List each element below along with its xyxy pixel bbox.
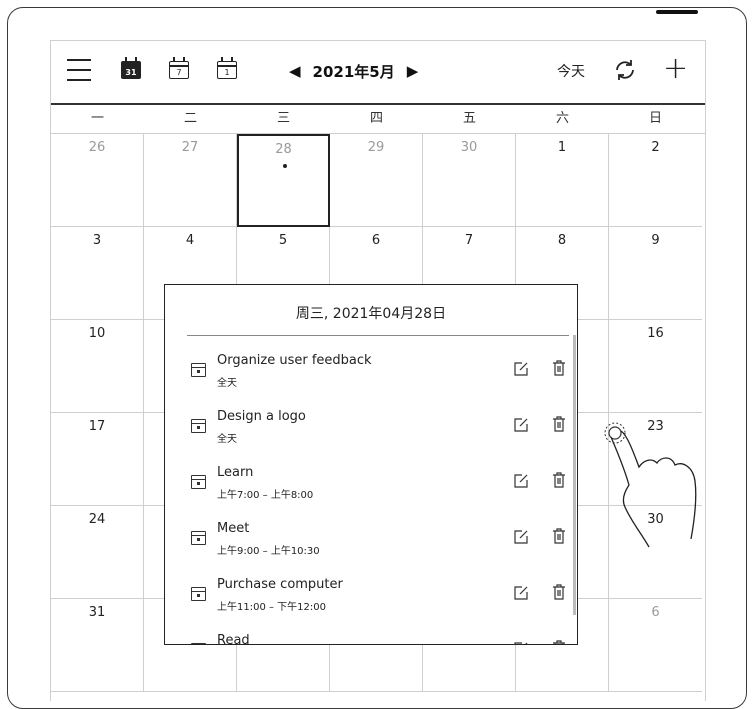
edit-icon[interactable] xyxy=(513,417,529,433)
event-time: 上午9:00 – 上午10:30 xyxy=(217,546,320,557)
day-number: 3 xyxy=(92,233,102,248)
trash-icon[interactable] xyxy=(552,639,566,645)
device-power-button xyxy=(656,10,698,14)
event-time: 全天 xyxy=(217,378,237,389)
day-number: 4 xyxy=(185,233,195,248)
day-cell[interactable]: 6 xyxy=(609,599,702,692)
event-title: Meet xyxy=(217,521,250,536)
day-cell[interactable]: 3 xyxy=(51,227,144,320)
trash-icon[interactable] xyxy=(552,471,566,489)
day-cell[interactable]: 9 xyxy=(609,227,702,320)
day-cell[interactable]: 16 xyxy=(609,320,702,413)
weekday-fri: 五 xyxy=(462,111,476,126)
weekday-sat: 六 xyxy=(555,111,569,126)
month-label: 2021年5月 xyxy=(312,62,395,81)
event-item[interactable]: Purchase computer 上午11:00 – 下午12:00 xyxy=(189,571,567,627)
event-title: Read xyxy=(217,633,250,645)
day-number: 17 xyxy=(88,419,106,434)
edit-icon[interactable] xyxy=(513,529,529,545)
day-cell[interactable]: 28 xyxy=(237,134,330,227)
event-item[interactable]: Learn 上午7:00 – 上午8:00 xyxy=(189,459,567,515)
day-number: 6 xyxy=(651,605,660,620)
sync-icon[interactable] xyxy=(611,56,639,84)
day-number: 27 xyxy=(181,140,199,155)
day-number: 29 xyxy=(367,140,385,155)
event-item[interactable]: Organize user feedback 全天 xyxy=(189,347,567,403)
edit-icon[interactable] xyxy=(513,361,529,377)
day-number: 1 xyxy=(557,140,567,155)
weekday-sun: 日 xyxy=(648,111,662,126)
next-month-arrow-icon[interactable]: ▶ xyxy=(407,62,419,80)
calendar-screen: 31 7 1 ◀ 2021年5月 ▶ 今天 + 一 二 三 四 五 六 日 26… xyxy=(50,40,706,701)
event-item[interactable]: Design a logo 全天 xyxy=(189,403,567,459)
event-title: Design a logo xyxy=(217,409,306,424)
hamburger-menu-icon[interactable] xyxy=(67,59,91,81)
month-navigator: ◀ 2021年5月 ▶ xyxy=(289,59,418,83)
day-cell[interactable]: 30 xyxy=(423,134,516,227)
event-item[interactable]: Meet 上午9:00 – 上午10:30 xyxy=(189,515,567,571)
popup-scrollbar[interactable] xyxy=(573,335,576,615)
day-view-icon[interactable]: 1 xyxy=(217,57,237,79)
month-view-icon[interactable]: 31 xyxy=(121,57,141,79)
day-cell[interactable]: 17 xyxy=(51,413,144,506)
day-number: 9 xyxy=(651,233,660,248)
day-number: 8 xyxy=(557,233,567,248)
day-cell[interactable]: 26 xyxy=(51,134,144,227)
event-title: Organize user feedback xyxy=(217,353,372,368)
calendar-event-icon xyxy=(191,531,206,545)
calendar-event-icon xyxy=(191,587,206,601)
day-cell[interactable]: 24 xyxy=(51,506,144,599)
day-number: 24 xyxy=(88,512,106,527)
calendar-event-icon xyxy=(191,475,206,489)
calendar-event-icon xyxy=(191,419,206,433)
popup-divider xyxy=(187,335,569,336)
day-cell[interactable]: 29 xyxy=(330,134,423,227)
day-number: 2 xyxy=(651,140,660,155)
day-cell[interactable]: 27 xyxy=(144,134,237,227)
edit-icon[interactable] xyxy=(513,473,529,489)
weekday-wed: 三 xyxy=(276,111,290,126)
day-cell[interactable]: 1 xyxy=(516,134,609,227)
trash-icon[interactable] xyxy=(552,415,566,433)
edit-icon[interactable] xyxy=(513,585,529,601)
day-cell[interactable]: 2 xyxy=(609,134,702,227)
event-time: 上午11:00 – 下午12:00 xyxy=(217,602,326,613)
day-number: 30 xyxy=(460,140,478,155)
event-time: 上午7:00 – 上午8:00 xyxy=(217,490,314,501)
calendar-event-icon xyxy=(191,643,206,644)
event-time: 全天 xyxy=(217,434,237,445)
weekday-mon: 一 xyxy=(90,111,104,126)
calendar-event-icon xyxy=(191,363,206,377)
today-button[interactable]: 今天 xyxy=(557,61,585,81)
day-cell[interactable]: 10 xyxy=(51,320,144,413)
event-title: Learn xyxy=(217,465,254,480)
day-number: 26 xyxy=(88,140,106,155)
weekday-tue: 二 xyxy=(183,111,197,126)
trash-icon[interactable] xyxy=(552,583,566,601)
add-event-icon[interactable]: + xyxy=(663,54,688,84)
day-number: 28 xyxy=(275,142,292,157)
day-number: 6 xyxy=(371,233,381,248)
weekday-thu: 四 xyxy=(369,111,383,126)
day-number: 31 xyxy=(88,605,106,620)
day-number: 7 xyxy=(464,233,474,248)
toolbar: 31 7 1 ◀ 2021年5月 ▶ 今天 + xyxy=(51,41,705,103)
pointing-hand-icon xyxy=(604,422,697,548)
popup-date-title: 周三, 2021年04月28日 xyxy=(295,306,447,322)
trash-icon[interactable] xyxy=(552,527,566,545)
event-title: Purchase computer xyxy=(217,577,343,592)
weekday-header: 一 二 三 四 五 六 日 xyxy=(51,105,705,134)
day-cell[interactable]: 31 xyxy=(51,599,144,692)
week-view-icon[interactable]: 7 xyxy=(169,57,189,79)
previous-month-arrow-icon[interactable]: ◀ xyxy=(289,62,301,80)
event-item[interactable]: Read xyxy=(189,627,567,645)
trash-icon[interactable] xyxy=(552,359,566,377)
edit-icon[interactable] xyxy=(513,641,529,645)
day-number: 16 xyxy=(647,326,664,341)
day-events-popup: 周三, 2021年04月28日 Organize user feedback 全天… xyxy=(164,284,578,645)
day-number: 5 xyxy=(278,233,288,248)
event-indicator-dot xyxy=(283,164,287,168)
day-number: 10 xyxy=(88,326,106,341)
